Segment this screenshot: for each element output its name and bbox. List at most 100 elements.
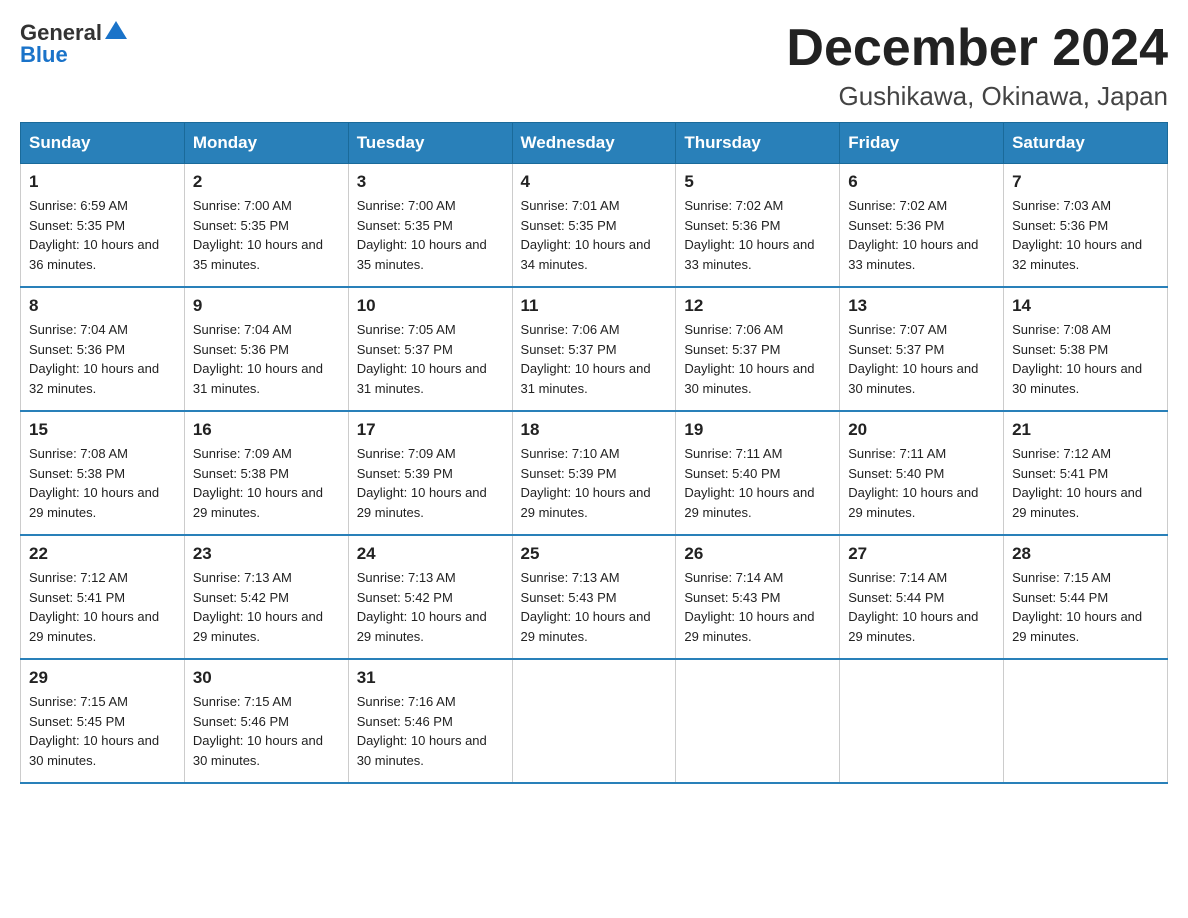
calendar-cell: 21Sunrise: 7:12 AMSunset: 5:41 PMDayligh… (1004, 411, 1168, 535)
calendar-cell: 15 Sunrise: 7:08 AMSunset: 5:38 PMDayligh… (21, 411, 185, 535)
calendar-cell: 3 Sunrise: 7:00 AMSunset: 5:35 PMDaylight… (348, 164, 512, 288)
calendar-cell: 10 Sunrise: 7:05 AMSunset: 5:37 PMDayligh… (348, 287, 512, 411)
day-number: 18 (521, 420, 668, 440)
day-info: Sunrise: 7:12 AMSunset: 5:41 PMDaylight:… (1012, 444, 1159, 522)
calendar-week-row: 8Sunrise: 7:04 AMSunset: 5:36 PMDaylight… (21, 287, 1168, 411)
calendar-cell (1004, 659, 1168, 783)
calendar-cell: 4 Sunrise: 7:01 AMSunset: 5:35 PMDaylight… (512, 164, 676, 288)
calendar-subtitle: Gushikawa, Okinawa, Japan (786, 81, 1168, 112)
calendar-cell: 7 Sunrise: 7:03 AMSunset: 5:36 PMDaylight… (1004, 164, 1168, 288)
header-friday: Friday (840, 123, 1004, 164)
calendar-cell: 29 Sunrise: 7:15 AMSunset: 5:45 PMDayligh… (21, 659, 185, 783)
day-info: Sunrise: 7:16 AMSunset: 5:46 PMDaylight:… (357, 692, 504, 770)
calendar-cell: 27Sunrise: 7:14 AMSunset: 5:44 PMDayligh… (840, 535, 1004, 659)
calendar-cell: 19Sunrise: 7:11 AMSunset: 5:40 PMDayligh… (676, 411, 840, 535)
header-tuesday: Tuesday (348, 123, 512, 164)
calendar-cell: 18 Sunrise: 7:10 AMSunset: 5:39 PMDayligh… (512, 411, 676, 535)
day-info: Sunrise: 7:06 AMSunset: 5:37 PMDaylight:… (684, 320, 831, 398)
calendar-cell: 24 Sunrise: 7:13 AMSunset: 5:42 PMDayligh… (348, 535, 512, 659)
calendar-cell: 11 Sunrise: 7:06 AMSunset: 5:37 PMDayligh… (512, 287, 676, 411)
day-info: Sunrise: 6:59 AMSunset: 5:35 PMDaylight:… (29, 196, 176, 274)
day-number: 9 (193, 296, 340, 316)
day-info: Sunrise: 7:13 AMSunset: 5:42 PMDaylight:… (193, 568, 340, 646)
day-number: 25 (521, 544, 668, 564)
day-number: 31 (357, 668, 504, 688)
calendar-cell: 25 Sunrise: 7:13 AMSunset: 5:43 PMDayligh… (512, 535, 676, 659)
calendar-cell (676, 659, 840, 783)
day-info: Sunrise: 7:07 AMSunset: 5:37 PMDaylight:… (848, 320, 995, 398)
day-number: 3 (357, 172, 504, 192)
day-info: Sunrise: 7:14 AMSunset: 5:43 PMDaylight:… (684, 568, 831, 646)
calendar-cell: 16Sunrise: 7:09 AMSunset: 5:38 PMDayligh… (184, 411, 348, 535)
day-number: 29 (29, 668, 176, 688)
calendar-cell (840, 659, 1004, 783)
day-info: Sunrise: 7:00 AMSunset: 5:35 PMDaylight:… (357, 196, 504, 274)
logo: General Blue (20, 20, 127, 68)
calendar-week-row: 29 Sunrise: 7:15 AMSunset: 5:45 PMDayligh… (21, 659, 1168, 783)
day-info: Sunrise: 7:03 AMSunset: 5:36 PMDaylight:… (1012, 196, 1159, 274)
day-number: 26 (684, 544, 831, 564)
calendar-cell: 30 Sunrise: 7:15 AMSunset: 5:46 PMDayligh… (184, 659, 348, 783)
day-number: 24 (357, 544, 504, 564)
calendar-cell: 5Sunrise: 7:02 AMSunset: 5:36 PMDaylight… (676, 164, 840, 288)
day-number: 6 (848, 172, 995, 192)
calendar-cell: 1 Sunrise: 6:59 AMSunset: 5:35 PMDaylight… (21, 164, 185, 288)
day-info: Sunrise: 7:13 AMSunset: 5:43 PMDaylight:… (521, 568, 668, 646)
day-number: 14 (1012, 296, 1159, 316)
day-info: Sunrise: 7:02 AMSunset: 5:36 PMDaylight:… (848, 196, 995, 274)
day-info: Sunrise: 7:14 AMSunset: 5:44 PMDaylight:… (848, 568, 995, 646)
day-number: 22 (29, 544, 176, 564)
day-number: 7 (1012, 172, 1159, 192)
day-info: Sunrise: 7:05 AMSunset: 5:37 PMDaylight:… (357, 320, 504, 398)
calendar-cell: 23 Sunrise: 7:13 AMSunset: 5:42 PMDayligh… (184, 535, 348, 659)
calendar-week-row: 15 Sunrise: 7:08 AMSunset: 5:38 PMDayligh… (21, 411, 1168, 535)
day-info: Sunrise: 7:12 AMSunset: 5:41 PMDaylight:… (29, 568, 176, 646)
day-number: 16 (193, 420, 340, 440)
day-info: Sunrise: 7:06 AMSunset: 5:37 PMDaylight:… (521, 320, 668, 398)
calendar-title: December 2024 (786, 20, 1168, 77)
header-saturday: Saturday (1004, 123, 1168, 164)
calendar-cell: 13 Sunrise: 7:07 AMSunset: 5:37 PMDayligh… (840, 287, 1004, 411)
calendar-cell: 6 Sunrise: 7:02 AMSunset: 5:36 PMDaylight… (840, 164, 1004, 288)
day-number: 5 (684, 172, 831, 192)
logo-triangle-icon (105, 19, 127, 41)
calendar-cell: 22 Sunrise: 7:12 AMSunset: 5:41 PMDayligh… (21, 535, 185, 659)
day-info: Sunrise: 7:13 AMSunset: 5:42 PMDaylight:… (357, 568, 504, 646)
day-number: 10 (357, 296, 504, 316)
day-info: Sunrise: 7:15 AMSunset: 5:44 PMDaylight:… (1012, 568, 1159, 646)
calendar-cell: 2Sunrise: 7:00 AMSunset: 5:35 PMDaylight… (184, 164, 348, 288)
day-number: 17 (357, 420, 504, 440)
calendar-week-row: 1 Sunrise: 6:59 AMSunset: 5:35 PMDaylight… (21, 164, 1168, 288)
day-info: Sunrise: 7:15 AMSunset: 5:45 PMDaylight:… (29, 692, 176, 770)
day-info: Sunrise: 7:09 AMSunset: 5:39 PMDaylight:… (357, 444, 504, 522)
day-number: 30 (193, 668, 340, 688)
day-info: Sunrise: 7:04 AMSunset: 5:36 PMDaylight:… (193, 320, 340, 398)
calendar-cell: 17 Sunrise: 7:09 AMSunset: 5:39 PMDayligh… (348, 411, 512, 535)
day-number: 23 (193, 544, 340, 564)
calendar-header-row: SundayMondayTuesdayWednesdayThursdayFrid… (21, 123, 1168, 164)
day-info: Sunrise: 7:08 AMSunset: 5:38 PMDaylight:… (29, 444, 176, 522)
calendar-cell: 26 Sunrise: 7:14 AMSunset: 5:43 PMDayligh… (676, 535, 840, 659)
day-number: 19 (684, 420, 831, 440)
day-number: 12 (684, 296, 831, 316)
header-sunday: Sunday (21, 123, 185, 164)
calendar-cell: 31 Sunrise: 7:16 AMSunset: 5:46 PMDayligh… (348, 659, 512, 783)
day-number: 15 (29, 420, 176, 440)
calendar-cell: 14 Sunrise: 7:08 AMSunset: 5:38 PMDayligh… (1004, 287, 1168, 411)
calendar-cell: 8Sunrise: 7:04 AMSunset: 5:36 PMDaylight… (21, 287, 185, 411)
day-info: Sunrise: 7:08 AMSunset: 5:38 PMDaylight:… (1012, 320, 1159, 398)
title-block: December 2024 Gushikawa, Okinawa, Japan (786, 20, 1168, 112)
day-info: Sunrise: 7:10 AMSunset: 5:39 PMDaylight:… (521, 444, 668, 522)
day-number: 1 (29, 172, 176, 192)
day-number: 11 (521, 296, 668, 316)
day-info: Sunrise: 7:15 AMSunset: 5:46 PMDaylight:… (193, 692, 340, 770)
day-info: Sunrise: 7:04 AMSunset: 5:36 PMDaylight:… (29, 320, 176, 398)
header-monday: Monday (184, 123, 348, 164)
calendar-cell: 20Sunrise: 7:11 AMSunset: 5:40 PMDayligh… (840, 411, 1004, 535)
day-number: 4 (521, 172, 668, 192)
day-info: Sunrise: 7:01 AMSunset: 5:35 PMDaylight:… (521, 196, 668, 274)
day-info: Sunrise: 7:11 AMSunset: 5:40 PMDaylight:… (848, 444, 995, 522)
day-number: 13 (848, 296, 995, 316)
calendar-cell: 12 Sunrise: 7:06 AMSunset: 5:37 PMDayligh… (676, 287, 840, 411)
header-thursday: Thursday (676, 123, 840, 164)
